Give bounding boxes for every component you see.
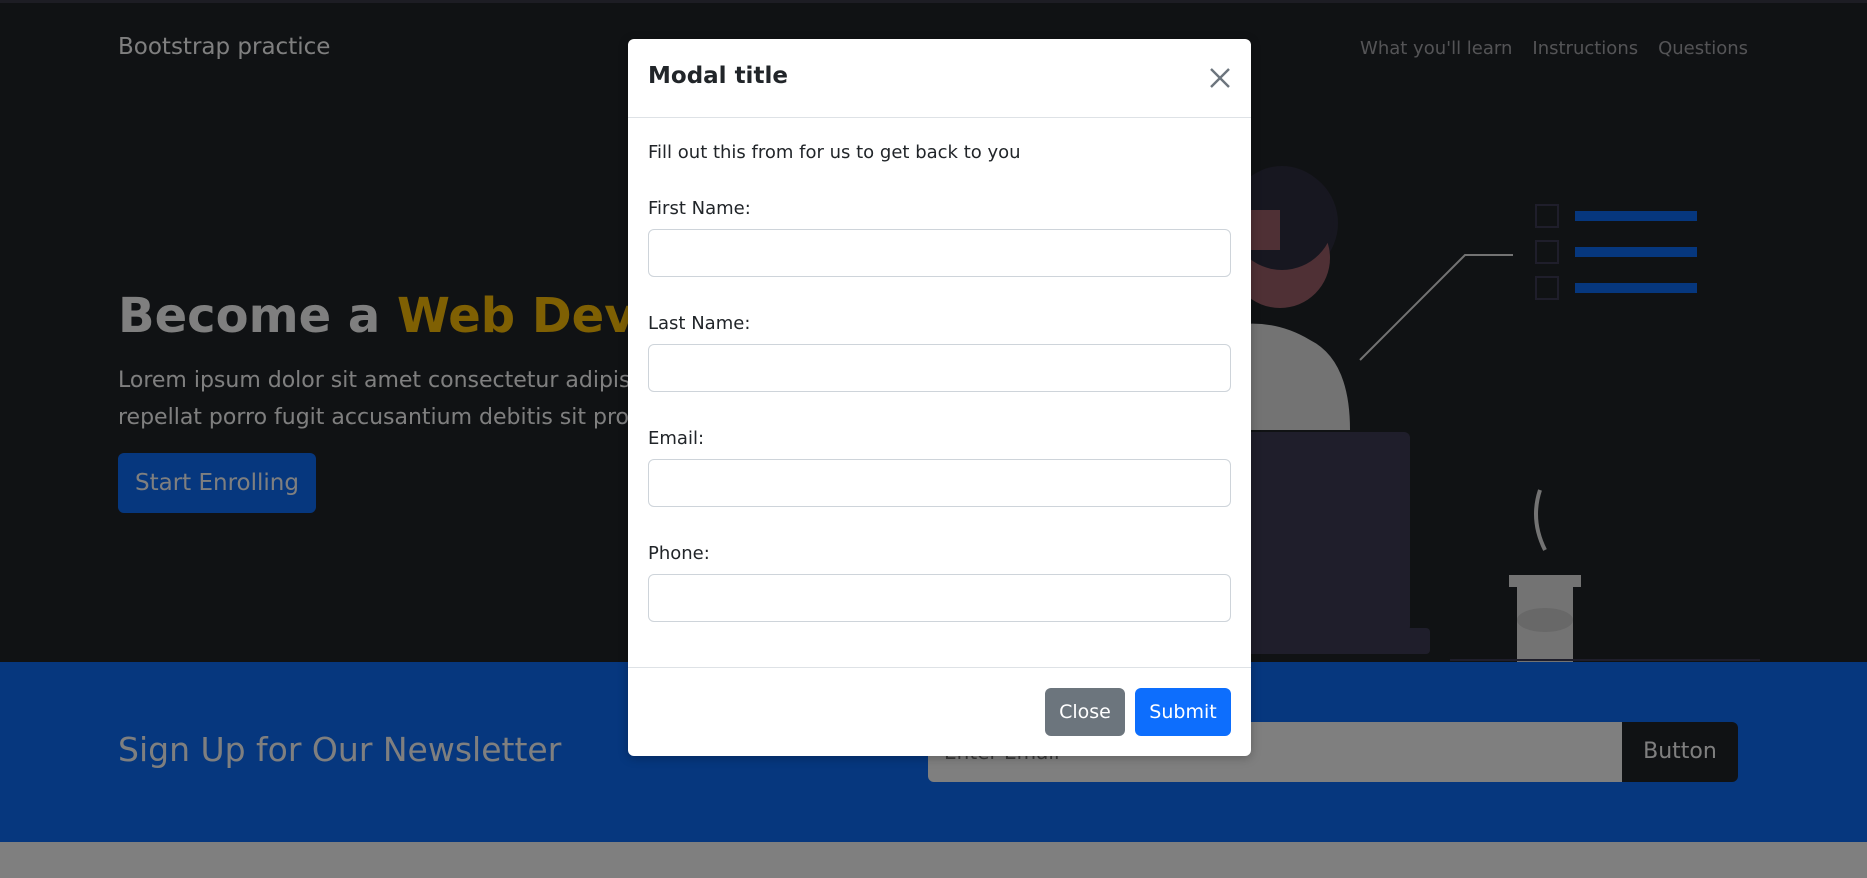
phone-input[interactable] bbox=[648, 574, 1231, 622]
email-label: Email: bbox=[648, 428, 705, 449]
submit-button[interactable]: Submit bbox=[1135, 688, 1231, 736]
last-name-input[interactable] bbox=[648, 344, 1231, 392]
modal-intro-text: Fill out this from for us to get back to… bbox=[648, 142, 1021, 163]
close-icon[interactable] bbox=[1205, 63, 1235, 93]
close-button[interactable]: Close bbox=[1045, 688, 1125, 736]
modal-footer: Close Submit bbox=[628, 667, 1251, 757]
email-input[interactable] bbox=[648, 459, 1231, 507]
first-name-input[interactable] bbox=[648, 229, 1231, 277]
modal-header: Modal title bbox=[628, 39, 1251, 118]
modal-title: Modal title bbox=[648, 63, 788, 89]
last-name-label: Last Name: bbox=[648, 313, 751, 334]
contact-modal: Modal title Fill out this from for us to… bbox=[628, 39, 1251, 756]
phone-label: Phone: bbox=[648, 543, 710, 564]
first-name-label: First Name: bbox=[648, 198, 751, 219]
